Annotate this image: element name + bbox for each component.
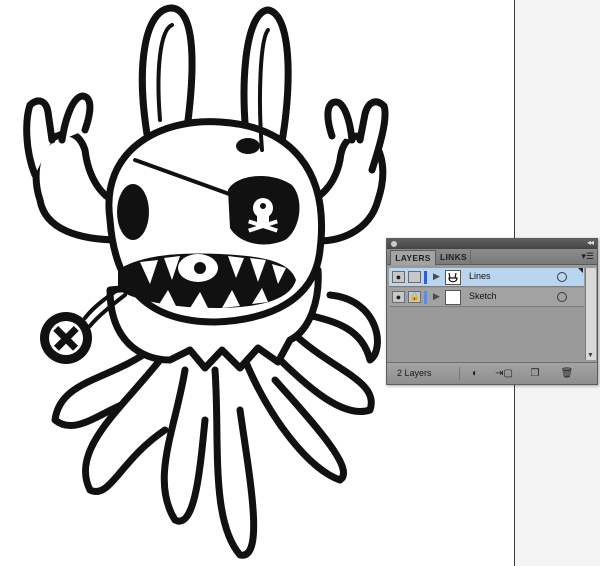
layer-thumbnail	[445, 270, 461, 285]
target-circle-icon[interactable]	[557, 272, 567, 282]
target-circle-icon[interactable]	[557, 292, 567, 302]
locate-object-icon[interactable]: ◐	[467, 367, 483, 380]
panel-titlebar[interactable]: ◂◂	[387, 238, 597, 249]
disclosure-triangle-icon[interactable]: ▶	[433, 271, 440, 282]
lock-toggle[interactable]	[408, 271, 421, 283]
layer-list: ● ▶ Lines ● 🔒 ▶ Sketch	[389, 268, 584, 360]
layer-name[interactable]: Sketch	[469, 291, 497, 301]
layer-count: 2 Layers	[397, 368, 432, 378]
delete-layer-icon[interactable]: 🗑	[559, 367, 575, 380]
collapse-panel-icon[interactable]: ◂◂	[587, 238, 594, 247]
layer-row-lines[interactable]: ● ▶ Lines	[389, 268, 584, 287]
monster-thumbnail-icon	[448, 272, 458, 283]
new-layer-icon[interactable]: ❐	[527, 367, 543, 380]
panel-tabs: LAYERS LINKS ▾☰	[387, 249, 597, 265]
tab-layers[interactable]: LAYERS	[390, 250, 436, 265]
lock-icon[interactable]: 🔒	[408, 291, 421, 303]
layer-color-indicator	[424, 271, 427, 284]
layer-row-sketch[interactable]: ● 🔒 ▶ Sketch	[389, 288, 584, 307]
divider	[459, 367, 460, 380]
layer-name[interactable]: Lines	[469, 271, 491, 281]
disclosure-triangle-icon[interactable]: ▶	[433, 291, 440, 302]
eye-icon[interactable]: ●	[392, 291, 405, 303]
panel-footer: 2 Layers ◐ ⇥▢ ❐ 🗑	[387, 362, 597, 384]
layer-thumbnail	[445, 290, 461, 305]
close-icon[interactable]	[391, 241, 397, 247]
eye-icon[interactable]: ●	[392, 271, 405, 283]
layer-color-indicator	[424, 291, 427, 304]
tab-links[interactable]: LINKS	[437, 250, 471, 265]
selection-indicator	[578, 268, 583, 273]
panel-menu-icon[interactable]: ▾☰	[581, 251, 594, 262]
layer-list-scrollbar[interactable]: ▼	[585, 268, 596, 360]
layers-panel[interactable]: ◂◂ LAYERS LINKS ▾☰ ● ▶ Lines ● 🔒 ▶ Sketc…	[386, 238, 598, 385]
make-clipping-mask-icon[interactable]: ⇥▢	[495, 367, 513, 380]
scroll-down-icon[interactable]: ▼	[587, 352, 594, 359]
